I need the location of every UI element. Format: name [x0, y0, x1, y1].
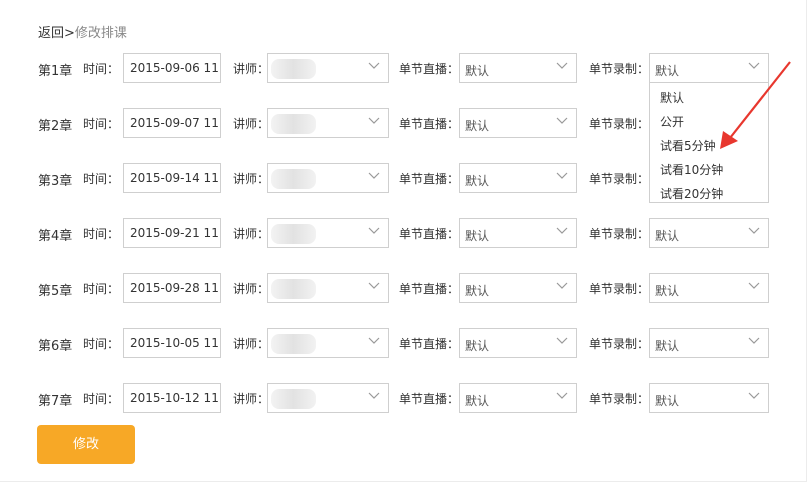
red-arrow-icon — [720, 61, 791, 149]
